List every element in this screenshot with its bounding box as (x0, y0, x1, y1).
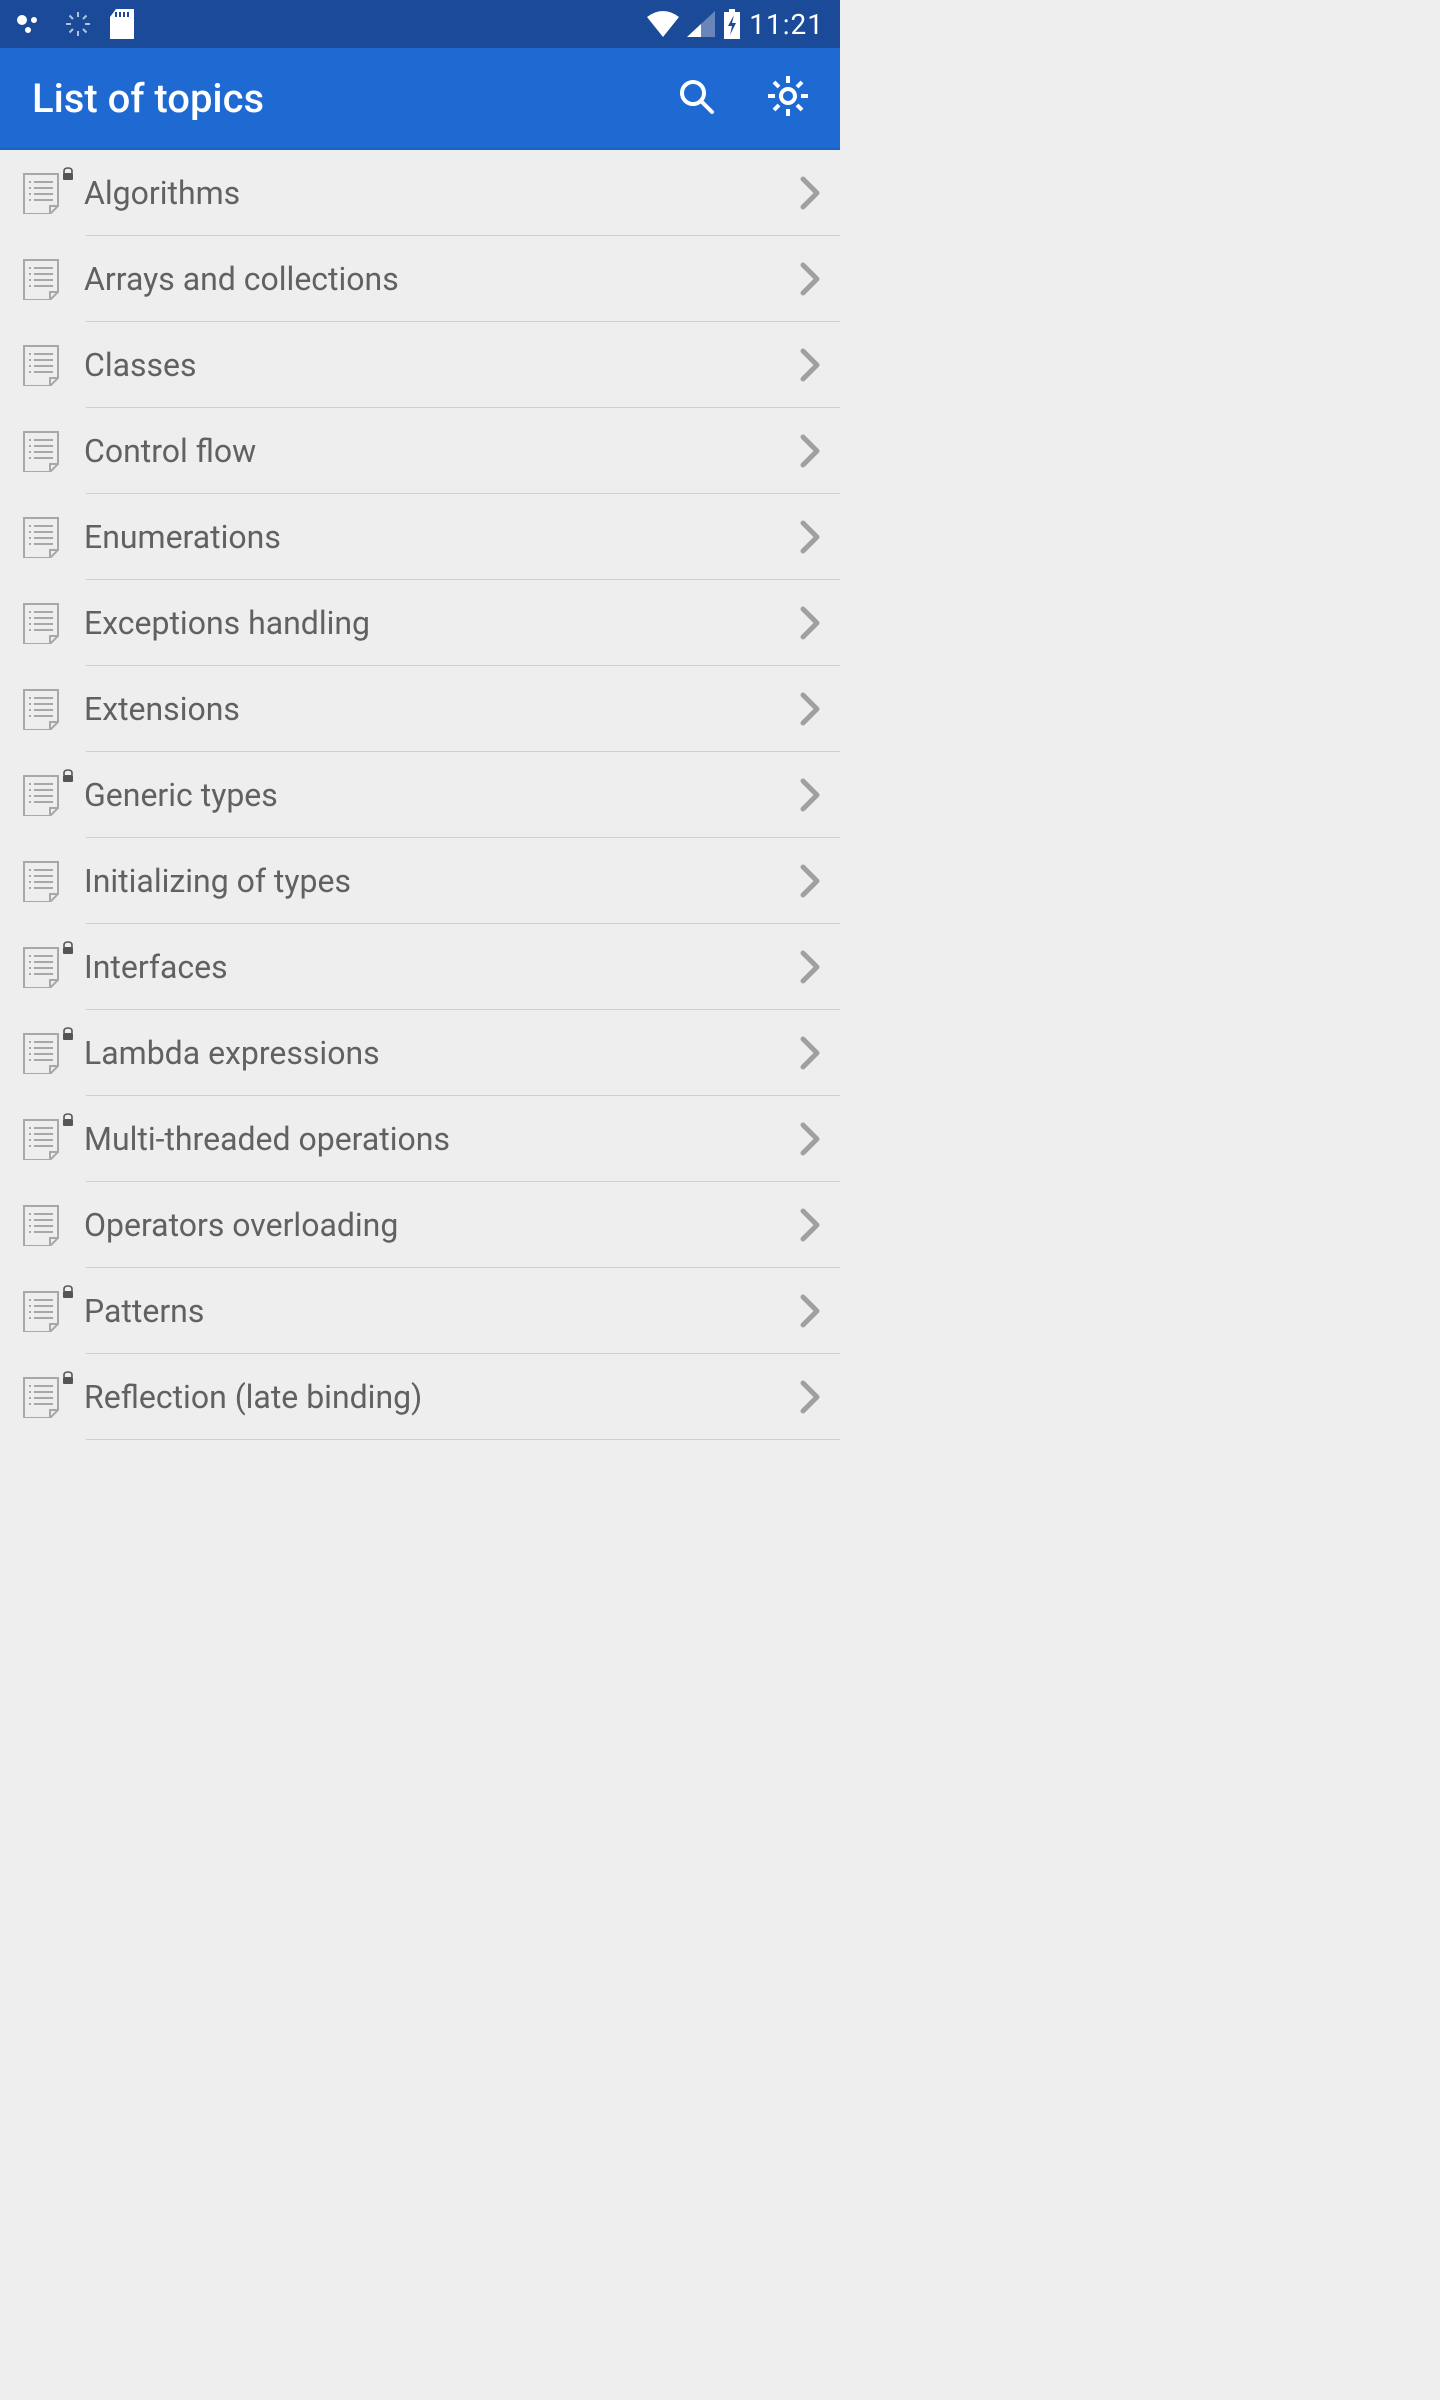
topic-row[interactable]: Generic types (0, 752, 840, 838)
topic-row[interactable]: Exceptions handling (0, 580, 840, 666)
lock-icon (62, 768, 74, 787)
wifi-icon (647, 11, 679, 37)
document-icon (20, 258, 84, 300)
status-clock: 11:21 (749, 8, 824, 41)
document-icon (20, 1032, 84, 1074)
document-icon (20, 172, 84, 214)
battery-charging-icon (723, 9, 741, 39)
topic-row[interactable]: Classes (0, 322, 840, 408)
lock-icon (62, 166, 74, 185)
topic-label: Reflection (late binding) (84, 1378, 780, 1416)
chevron-right-icon (780, 1119, 840, 1159)
chevron-right-icon (780, 775, 840, 815)
chevron-right-icon (780, 1033, 840, 1073)
chevron-right-icon (780, 689, 840, 729)
search-icon[interactable] (676, 76, 716, 120)
topic-label: Interfaces (84, 948, 780, 986)
status-left (16, 9, 134, 39)
topic-label: Operators overloading (84, 1206, 780, 1244)
topic-row[interactable]: Reflection (late binding) (0, 1354, 840, 1440)
status-bar: 11:21 (0, 0, 840, 48)
loading-spinner-icon (64, 10, 92, 38)
topic-label: Generic types (84, 776, 780, 814)
lock-icon (62, 940, 74, 959)
document-icon (20, 1118, 84, 1160)
topic-row[interactable]: Interfaces (0, 924, 840, 1010)
topic-label: Lambda expressions (84, 1034, 780, 1072)
lock-icon (62, 1112, 74, 1131)
chevron-right-icon (780, 345, 840, 385)
topic-label: Classes (84, 346, 780, 384)
topic-row[interactable]: Initializing of types (0, 838, 840, 924)
topic-row[interactable]: Lambda expressions (0, 1010, 840, 1096)
notification-dots-icon (16, 14, 46, 34)
chevron-right-icon (780, 173, 840, 213)
lock-icon (62, 1026, 74, 1045)
topic-label: Multi-threaded operations (84, 1120, 780, 1158)
topic-label: Control flow (84, 432, 780, 470)
chevron-right-icon (780, 259, 840, 299)
topic-row[interactable]: Control flow (0, 408, 840, 494)
chevron-right-icon (780, 517, 840, 557)
document-icon (20, 602, 84, 644)
app-bar: List of topics (0, 48, 840, 150)
document-icon (20, 1376, 84, 1418)
lock-icon (62, 1284, 74, 1303)
topic-label: Patterns (84, 1292, 780, 1330)
gear-icon[interactable] (766, 74, 810, 122)
topic-label: Exceptions handling (84, 604, 780, 642)
topic-list: Algorithms Arrays and collections Classes C… (0, 150, 840, 1440)
topic-row[interactable]: Operators overloading (0, 1182, 840, 1268)
chevron-right-icon (780, 947, 840, 987)
topic-row[interactable]: Arrays and collections (0, 236, 840, 322)
topic-row[interactable]: Extensions (0, 666, 840, 752)
sd-card-icon (110, 9, 134, 39)
chevron-right-icon (780, 431, 840, 471)
topic-row[interactable]: Patterns (0, 1268, 840, 1354)
document-icon (20, 430, 84, 472)
chevron-right-icon (780, 1205, 840, 1245)
topic-row[interactable]: Algorithms (0, 150, 840, 236)
lock-icon (62, 1370, 74, 1389)
chevron-right-icon (780, 1377, 840, 1417)
divider (86, 1439, 840, 1440)
topic-row[interactable]: Enumerations (0, 494, 840, 580)
topic-label: Arrays and collections (84, 260, 780, 298)
document-icon (20, 344, 84, 386)
topic-label: Extensions (84, 690, 780, 728)
document-icon (20, 946, 84, 988)
topic-label: Initializing of types (84, 862, 780, 900)
document-icon (20, 1204, 84, 1246)
chevron-right-icon (780, 603, 840, 643)
document-icon (20, 774, 84, 816)
document-icon (20, 516, 84, 558)
document-icon (20, 1290, 84, 1332)
chevron-right-icon (780, 1291, 840, 1331)
chevron-right-icon (780, 861, 840, 901)
app-bar-actions (676, 74, 810, 122)
document-icon (20, 688, 84, 730)
topic-row[interactable]: Multi-threaded operations (0, 1096, 840, 1182)
document-icon (20, 860, 84, 902)
topic-label: Enumerations (84, 518, 780, 556)
cell-signal-icon (687, 11, 715, 37)
page-title: List of topics (32, 75, 676, 122)
topic-label: Algorithms (84, 174, 780, 212)
status-right: 11:21 (647, 8, 824, 41)
